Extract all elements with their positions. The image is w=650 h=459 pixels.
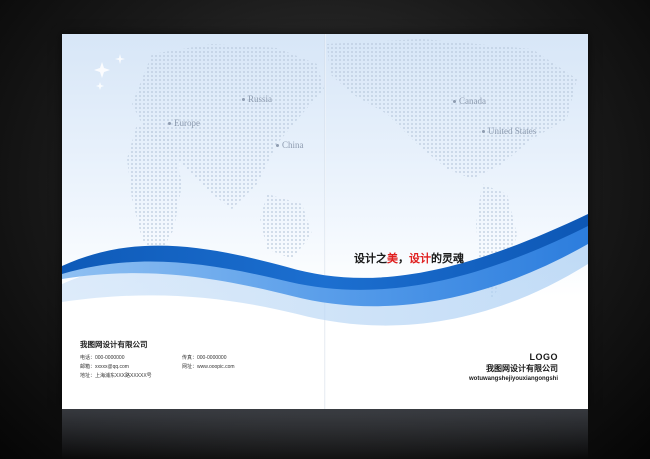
contact-row-2: 邮箱：xxxxx@qq.com 网址：www.ooopic.com (80, 363, 235, 372)
floor-reflection (62, 409, 588, 459)
email-text: 邮箱：xxxxx@qq.com (80, 364, 129, 370)
slogan: 设计之美，设计的灵魂 (354, 250, 464, 266)
slogan-comma: ， (398, 253, 409, 265)
slogan-accent-2: 设计 (409, 253, 431, 265)
company-name-left: 我图网设计有限公司 (80, 340, 148, 349)
logo-block: LOGO 我图网设计有限公司 wotuwangshejiyouxiangongs… (469, 352, 558, 382)
fax-text: 传真：000-0000000 (182, 355, 227, 361)
contact-row-3: 地址：上海浦东XXX路XXXXX号 (80, 372, 235, 381)
slogan-accent-1: 美 (387, 253, 398, 265)
logo-company-name: 我图网设计有限公司 (486, 364, 558, 373)
website-text: 网址：www.ooopic.com (182, 364, 235, 370)
logo-pinyin: wotuwangshejiyouxiangongshi (468, 376, 558, 382)
slogan-part-1: 设计之 (354, 253, 387, 265)
slogan-part-5: 的灵魂 (431, 253, 464, 265)
logo-text: LOGO (529, 352, 558, 362)
address-text: 地址：上海浦东XXX路XXXXX号 (80, 373, 152, 379)
phone-text: 电话：000-0000000 (80, 355, 125, 361)
brochure-cover: Russia Europe China Canada United States (62, 34, 588, 409)
company-contact-block: 我图网设计有限公司 电话：000-0000000 传真：000-0000000 … (80, 339, 235, 381)
contact-row-1: 电话：000-0000000 传真：000-0000000 (80, 354, 235, 363)
